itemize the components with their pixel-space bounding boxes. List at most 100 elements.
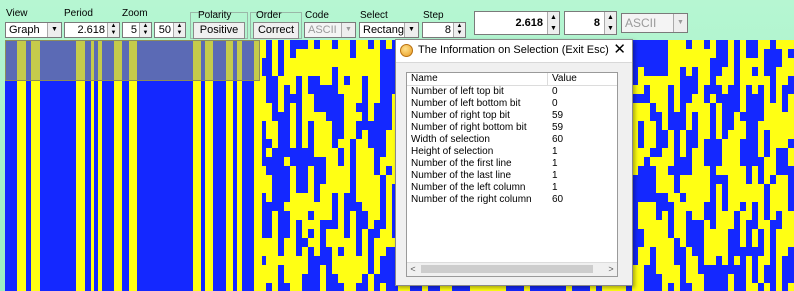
bit-block	[668, 247, 674, 283]
bit-block	[758, 184, 764, 229]
period-input[interactable]: 2.618 ▲ ▼	[64, 22, 120, 38]
select-mode-select[interactable]: Rectangle ▼	[359, 22, 419, 38]
bit-block	[668, 175, 674, 202]
bit-block	[788, 58, 794, 76]
column-divider[interactable]	[547, 73, 548, 85]
bit-block	[644, 76, 650, 85]
period-spinner-icon[interactable]: ▲ ▼	[107, 23, 119, 37]
step-big-spinner-icon[interactable]: ▲ ▼	[604, 12, 616, 34]
row-value: 1	[552, 146, 558, 157]
zoom-input-1[interactable]: 5 ▲ ▼	[122, 22, 152, 38]
bit-block	[722, 67, 728, 94]
bit-block	[308, 40, 314, 76]
polarity-button[interactable]: Positive	[193, 22, 245, 39]
bit-block	[374, 58, 380, 76]
bit-block	[668, 157, 674, 166]
chevron-down-icon[interactable]: ▼	[47, 23, 61, 37]
bit-block	[260, 40, 266, 58]
bit-block	[740, 40, 746, 67]
zoom-spinner-icon-1[interactable]: ▲ ▼	[139, 23, 151, 37]
bit-block	[656, 220, 662, 229]
scroll-right-icon[interactable]: >	[605, 263, 617, 276]
step-big-input[interactable]: 8 ▲ ▼	[564, 11, 617, 35]
period-big-input[interactable]: 2.618 ▲ ▼	[474, 11, 560, 35]
table-row[interactable]: Number of left top bit 0	[407, 86, 617, 97]
chevron-down-icon[interactable]: ▼	[673, 14, 687, 32]
bit-block	[344, 103, 350, 139]
table-row[interactable]: Number of left bottom bit 0	[407, 98, 617, 109]
bit-block	[374, 238, 380, 274]
code-select[interactable]: ASCII ▼	[304, 22, 356, 38]
bit-block	[776, 67, 782, 112]
bit-block	[272, 283, 278, 291]
bit-block	[776, 238, 782, 256]
bit-block	[332, 148, 338, 193]
bit-block	[380, 229, 386, 256]
bit-block	[686, 247, 692, 283]
bit-block	[326, 175, 332, 220]
app-window: View Graph ▼ Period 2.618 ▲ ▼ Zoom 5 ▲ ▼ 5…	[0, 0, 794, 291]
bit-block	[302, 94, 308, 112]
horizontal-scrollbar[interactable]: < >	[407, 262, 617, 276]
column-header-name[interactable]: Name	[411, 73, 438, 85]
table-row[interactable]: Number of the last line 1	[407, 170, 617, 181]
bit-block	[638, 67, 644, 94]
chevron-down-icon[interactable]: ▼	[404, 23, 418, 37]
bit-block	[746, 265, 752, 291]
close-icon[interactable]: ✕	[613, 42, 626, 58]
table-row[interactable]: Number of the first line 1	[407, 158, 617, 169]
bit-block	[734, 112, 740, 130]
table-row[interactable]: Number of the left column 1	[407, 182, 617, 193]
list-header: Name Value	[407, 73, 617, 86]
bit-block	[266, 175, 272, 202]
bit-block	[764, 40, 770, 49]
bit-block	[266, 238, 272, 256]
row-name: Width of selection	[411, 134, 490, 145]
step-value: 8	[444, 24, 451, 36]
bit-block	[662, 211, 668, 220]
zoom-spinner-icon-2[interactable]: ▲ ▼	[173, 23, 185, 37]
bit-block	[752, 76, 758, 94]
view-select[interactable]: Graph ▼	[5, 22, 62, 38]
view-label: View	[6, 8, 28, 19]
scroll-thumb[interactable]	[421, 265, 593, 273]
table-row[interactable]: Height of selection 1	[407, 146, 617, 157]
column-header-value[interactable]: Value	[552, 73, 577, 85]
table-row[interactable]: Number of right top bit 59	[407, 110, 617, 121]
row-value: 1	[552, 158, 558, 169]
dialog-title-bar[interactable]: The Information on Selection (Exit Esc) …	[396, 40, 632, 63]
table-row[interactable]: Number of right bottom bit 59	[407, 122, 617, 133]
bit-block	[338, 202, 344, 247]
period-big-spinner-icon[interactable]: ▲ ▼	[547, 12, 559, 34]
code-big-select[interactable]: ASCII ▼	[621, 13, 688, 33]
scroll-left-icon[interactable]: <	[407, 263, 419, 276]
order-button[interactable]: Correct	[253, 22, 299, 39]
bit-block	[314, 49, 320, 58]
bit-block	[668, 238, 674, 247]
table-row[interactable]: Width of selection 60	[407, 134, 617, 145]
bit-block	[722, 247, 728, 265]
bit-block	[386, 175, 392, 202]
zoom-input-2[interactable]: 50 ▲ ▼	[154, 22, 186, 38]
step-input[interactable]: 8 ▲ ▼	[422, 22, 466, 38]
bit-block	[374, 76, 380, 94]
bit-block	[266, 103, 272, 139]
bit-block	[380, 283, 386, 291]
bit-block	[284, 238, 290, 283]
bit-block	[344, 85, 350, 103]
bit-block	[662, 76, 668, 85]
bit-block	[668, 40, 674, 85]
bit-block	[356, 112, 362, 121]
bit-block	[734, 256, 740, 265]
chevron-down-icon[interactable]: ▼	[341, 23, 355, 37]
bit-block	[674, 67, 680, 112]
table-row[interactable]: Number of the right column 60	[407, 194, 617, 205]
step-spinner-icon[interactable]: ▲ ▼	[453, 23, 465, 37]
bit-block	[698, 166, 704, 184]
bit-block	[362, 229, 368, 274]
bit-block	[740, 67, 746, 112]
bit-block	[320, 265, 326, 291]
bit-block	[368, 184, 374, 229]
bit-block	[338, 265, 344, 283]
selection-rectangle[interactable]	[5, 40, 260, 81]
